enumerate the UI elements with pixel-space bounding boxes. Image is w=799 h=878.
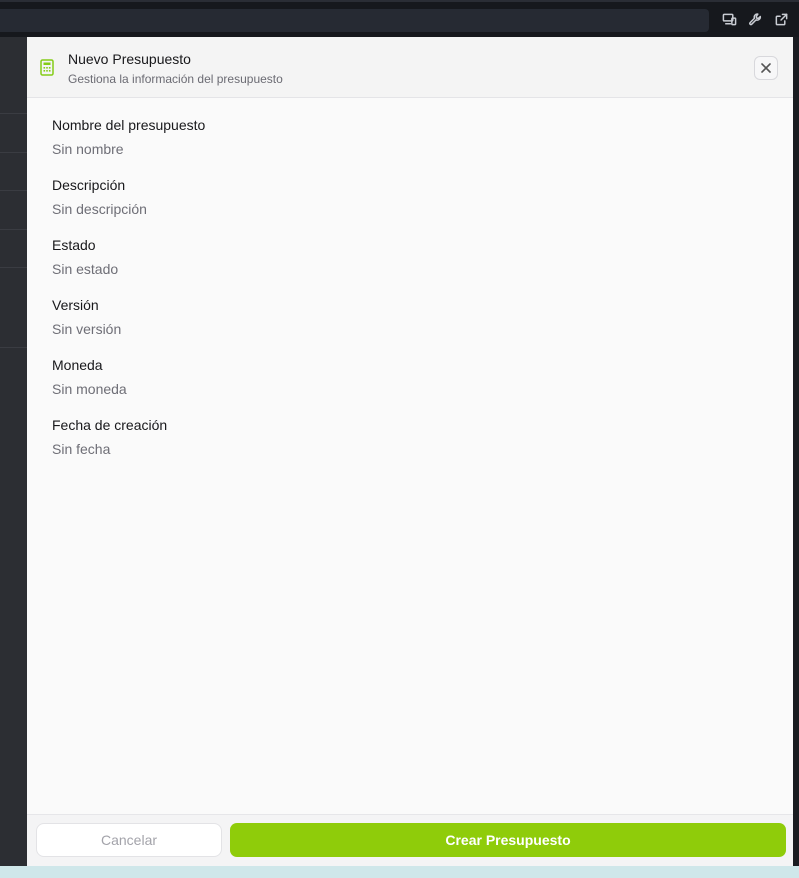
dialog-body: Nombre del presupuesto Sin nombre Descri… <box>27 98 793 814</box>
dialog-title: Nuevo Presupuesto <box>68 51 191 67</box>
background-sidebar <box>0 37 27 878</box>
field-value: Sin moneda <box>52 381 127 397</box>
field-currency: Moneda Sin moneda <box>52 356 768 416</box>
close-icon <box>761 63 771 73</box>
dialog-header: Nuevo Presupuesto Gestiona la informació… <box>27 37 793 98</box>
app-topbar <box>0 0 799 37</box>
field-value: Sin estado <box>52 261 119 277</box>
calculator-icon <box>40 59 54 76</box>
field-budget-name: Nombre del presupuesto Sin nombre <box>52 116 768 176</box>
close-button[interactable] <box>754 56 778 80</box>
topbar-icons <box>721 11 789 27</box>
field-label: Fecha de creación <box>52 417 168 433</box>
field-value: Sin fecha <box>52 441 111 457</box>
address-bar[interactable] <box>0 9 709 32</box>
field-value: Sin descripción <box>52 201 147 217</box>
backdrop-edge <box>793 37 799 878</box>
field-value: Sin nombre <box>52 141 124 157</box>
window-bottom-edge <box>0 866 799 878</box>
create-budget-button[interactable]: Crear Presupuesto <box>230 823 786 857</box>
field-label: Estado <box>52 237 96 253</box>
field-label: Moneda <box>52 357 103 373</box>
field-description: Descripción Sin descripción <box>52 176 768 236</box>
wrench-icon[interactable] <box>747 11 763 27</box>
cancel-button[interactable]: Cancelar <box>36 823 222 857</box>
external-link-icon[interactable] <box>773 11 789 27</box>
field-value: Sin versión <box>52 321 122 337</box>
devices-icon[interactable] <box>721 11 737 27</box>
new-budget-dialog: Nuevo Presupuesto Gestiona la informació… <box>27 37 793 866</box>
field-label: Nombre del presupuesto <box>52 117 206 133</box>
dialog-footer: Cancelar Crear Presupuesto <box>27 814 793 866</box>
dialog-subtitle: Gestiona la información del presupuesto <box>68 72 283 86</box>
field-label: Versión <box>52 297 99 313</box>
field-created-date: Fecha de creación Sin fecha <box>52 416 768 476</box>
field-version: Versión Sin versión <box>52 296 768 356</box>
field-label: Descripción <box>52 177 126 193</box>
field-status: Estado Sin estado <box>52 236 768 296</box>
